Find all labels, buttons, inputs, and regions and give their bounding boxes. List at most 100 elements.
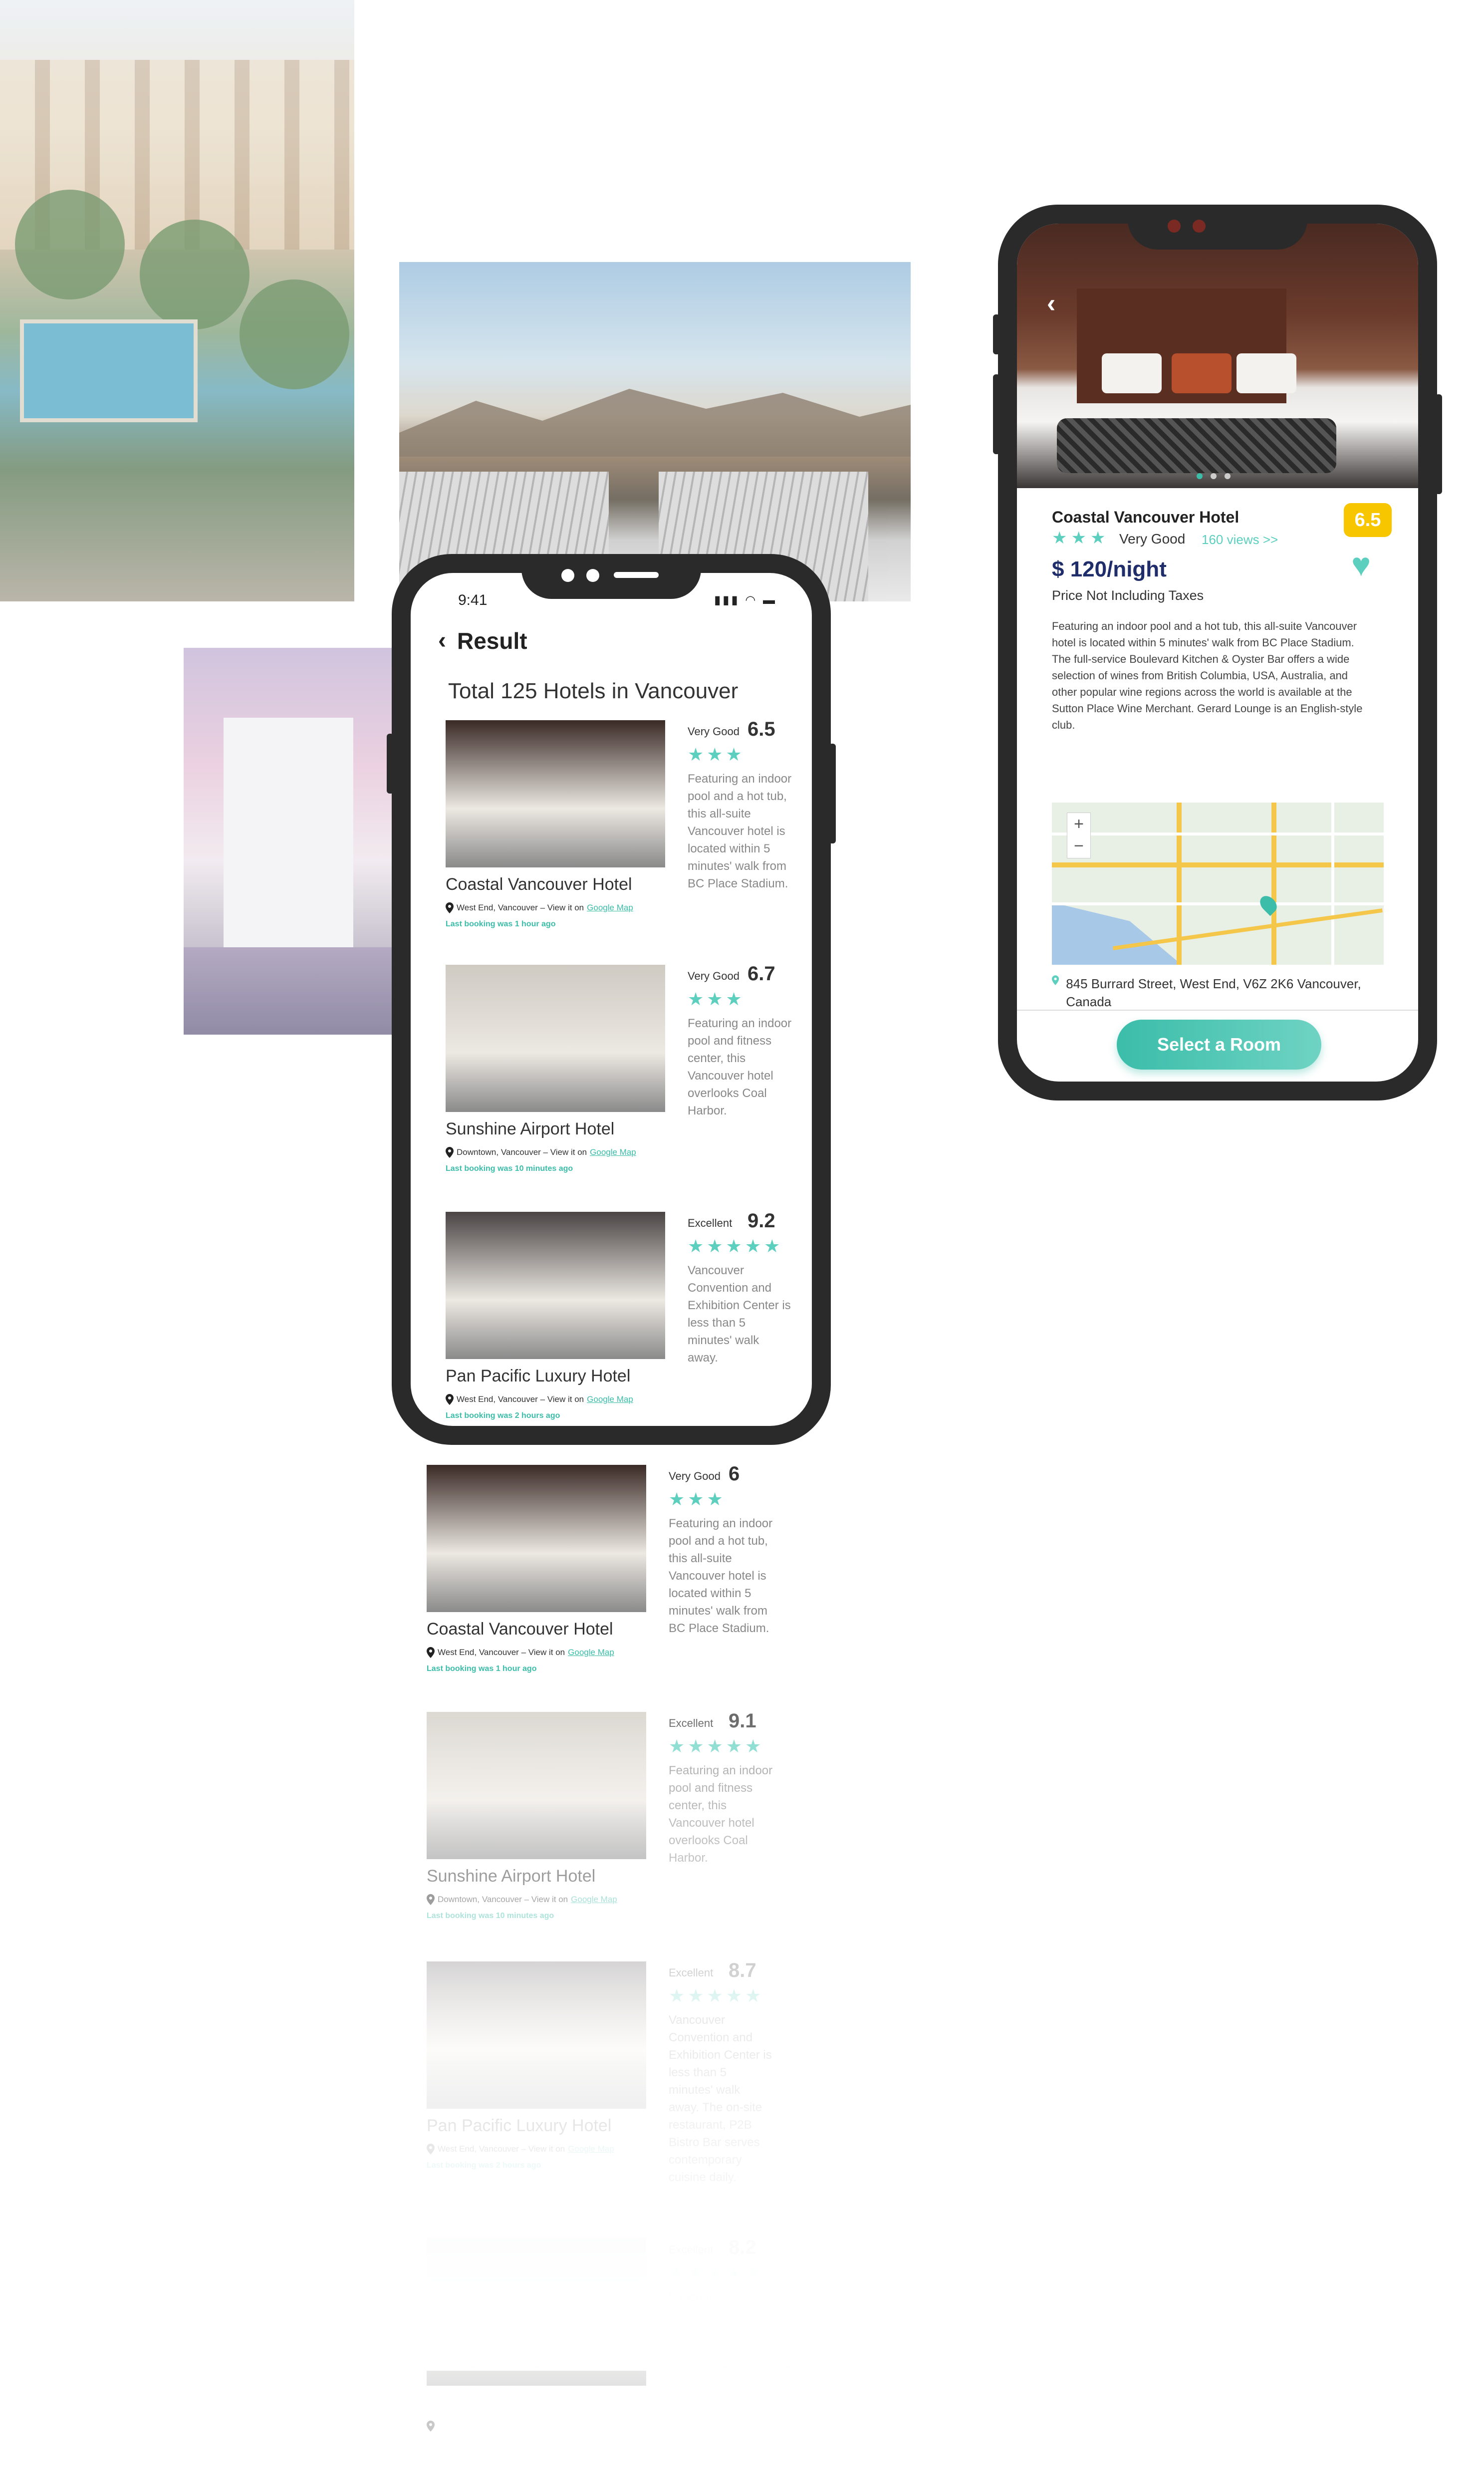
star-icon: ★★★★★ [669, 2262, 764, 2283]
list-phone-frame: 9:41 ▮▮▮ ◠ ▬ ‹ Result Total 125 Hotels i… [387, 554, 836, 1445]
hotel-name[interactable]: Coastal Vancouver Hotel [446, 875, 632, 894]
last-booking: Last booking was 1 hour ago [446, 920, 556, 928]
location-pin-icon [427, 2421, 435, 2432]
google-map-link[interactable]: Google Map [571, 1895, 617, 1905]
hotel-name: Coastal Vancouver Hotel [1052, 508, 1239, 526]
hotel-thumbnail[interactable] [427, 1465, 646, 1612]
hotel-name[interactable]: Pan Pacific Luxury Hotel [446, 1367, 630, 1386]
location-pin-icon [446, 1394, 454, 1405]
carousel-dot[interactable] [1225, 473, 1231, 479]
carousel-dot[interactable] [1211, 473, 1217, 479]
location-text: West End, Vancouver – View it on [457, 1394, 584, 1404]
mountain-view-photo [399, 262, 911, 601]
hotel-thumbnail[interactable] [427, 1961, 646, 2109]
rating-score: 8.7 [729, 1959, 756, 1981]
location-text: West End, Vancouver – View it on [457, 903, 584, 912]
hotel-thumbnail[interactable] [446, 720, 665, 867]
google-map-link[interactable]: Google Map [568, 1648, 614, 1658]
hotel-location: Downtown, Vancouver – View it on Google M… [427, 1894, 617, 1905]
hotel-description: Featuring an indoor pool and a hot tub, … [1052, 620, 1363, 731]
rating-label: Excellent [669, 1717, 714, 1729]
rating-label: Excellent [669, 2243, 714, 2256]
results-count: Total 125 Hotels in Vancouver [448, 679, 739, 703]
carousel-dot[interactable] [1197, 473, 1203, 479]
chevron-left-icon[interactable]: ‹ [1047, 288, 1055, 318]
rating-score: 6 [729, 1463, 740, 1485]
signal-wifi-battery-icon: ▮▮▮ ◠ ▬ [714, 593, 777, 607]
last-booking: Last booking was 10 minutes ago [446, 1164, 573, 1173]
back-button[interactable]: ‹ Result [438, 627, 527, 654]
views-link[interactable]: 160 views >> [1202, 532, 1278, 548]
chevron-left-icon[interactable]: ‹ [438, 627, 446, 654]
hotel-thumbnail[interactable] [446, 1212, 665, 1359]
hotel-name[interactable]: Sunshine Airport Hotel [446, 1119, 614, 1139]
google-map-link[interactable]: Google Map [590, 1147, 636, 1157]
hotel-thumbnail[interactable] [427, 1712, 646, 1859]
hotel-location: Downtown, Vancouver – View it on Google M… [446, 1147, 636, 1158]
divider [1017, 1010, 1418, 1011]
rating-label: Very Good [688, 970, 740, 982]
map-marker-icon[interactable] [1256, 892, 1280, 916]
hotel-description: Featuring an indoor pool and a hot tub, … [669, 1517, 773, 1635]
hotel-location [427, 2421, 441, 2432]
google-map-link[interactable]: Google Map [587, 903, 633, 913]
status-time: 9:41 [458, 592, 488, 608]
phone-notch [1128, 205, 1307, 250]
hotel-description: Featuring an indoor pool and fitness cen… [688, 1017, 792, 1117]
hotel-description: Vancouver Convention and Exhibition Cent… [669, 2013, 772, 2184]
star-icon: ★★★★★ [669, 1736, 764, 1756]
hotel-name[interactable]: Sunshine Airport Hotel [427, 1867, 595, 1886]
hotel-description: Vancouver Convention and Exhibition Cent… [688, 1264, 791, 1365]
star-icon: ★★★★★ [688, 1236, 783, 1256]
last-booking: Last booking was 1 hour ago [427, 1664, 537, 1673]
score-badge: 6.5 [1344, 503, 1392, 537]
location-pin-icon [427, 1894, 435, 1905]
rating-label: Excellent [669, 1966, 714, 1979]
map-zoom-controls[interactable]: + − [1067, 813, 1091, 858]
price: $ 120/night [1052, 557, 1167, 581]
rating-score: 6.7 [747, 963, 775, 985]
location-pin-icon [446, 902, 454, 913]
last-booking: Last booking was 2 hours ago [446, 1411, 560, 1420]
star-icon: ★★★★★ [669, 1985, 764, 2006]
star-icon: ★★★ [669, 1489, 726, 1509]
rating-label: Very Good [688, 725, 740, 738]
location-text: West End, Vancouver – View it on [438, 1648, 565, 1657]
google-map-link[interactable]: Google Map [568, 2144, 614, 2154]
hotel-thumbnail[interactable] [446, 965, 665, 1112]
rating-score: 8.2 [729, 2236, 756, 2258]
carousel-dots[interactable] [1197, 473, 1231, 479]
courtyard-pool-photo [0, 0, 354, 601]
star-icon: ★★★ [688, 989, 745, 1009]
address: 845 Burrard Street, West End, V6Z 2K6 Va… [1052, 975, 1371, 1011]
hotel-photo-carousel[interactable]: ‹ [1017, 224, 1418, 488]
location-pin-icon [427, 2144, 435, 2155]
hotel-location: West End, Vancouver – View it on Google M… [446, 902, 633, 913]
select-room-button[interactable]: Select a Room [1117, 1020, 1321, 1070]
last-booking: Last booking was 10 minutes ago [427, 1912, 554, 1920]
location-text: West End, Vancouver – View it on [438, 2144, 565, 2154]
hotel-description: Featuring an indoor pool and a hot tub, … [688, 772, 792, 890]
zoom-in-button[interactable]: + [1067, 813, 1090, 835]
location-text: Downtown, Vancouver – View it on [457, 1147, 587, 1157]
location-pin-icon [446, 1147, 454, 1158]
detail-screen: ‹ Coastal Vancouver Hotel ★★★ Very Good … [1017, 224, 1418, 1082]
hotel-location: West End, Vancouver – View it on Google M… [427, 1647, 614, 1658]
phone-notch [521, 554, 701, 599]
heart-icon[interactable]: ♥ [1351, 548, 1371, 581]
hotel-name[interactable]: Pan Pacific Luxury Hotel [427, 2116, 611, 2136]
detail-phone-frame: ‹ Coastal Vancouver Hotel ★★★ Very Good … [993, 205, 1442, 1101]
zoom-out-button[interactable]: − [1067, 835, 1090, 857]
hotel-description: Vancouver [669, 2290, 725, 2304]
google-map-link[interactable]: Google Map [587, 1394, 633, 1404]
star-icon: ★★★ [1052, 529, 1110, 548]
rating-label: Very Good [669, 1470, 721, 1482]
rating-score: 6.5 [747, 718, 775, 740]
hotel-name[interactable]: Coastal Vancouver Hotel [427, 1620, 613, 1639]
hotel-thumbnail[interactable] [427, 2238, 646, 2386]
location-pin-icon [1052, 975, 1059, 985]
hotel-location: West End, Vancouver – View it on Google M… [446, 1394, 633, 1405]
list-screen: 9:41 ▮▮▮ ◠ ▬ ‹ Result Total 125 Hotels i… [411, 573, 812, 1426]
location-map[interactable]: + − [1052, 803, 1384, 965]
white-villa-photo [184, 648, 393, 1035]
